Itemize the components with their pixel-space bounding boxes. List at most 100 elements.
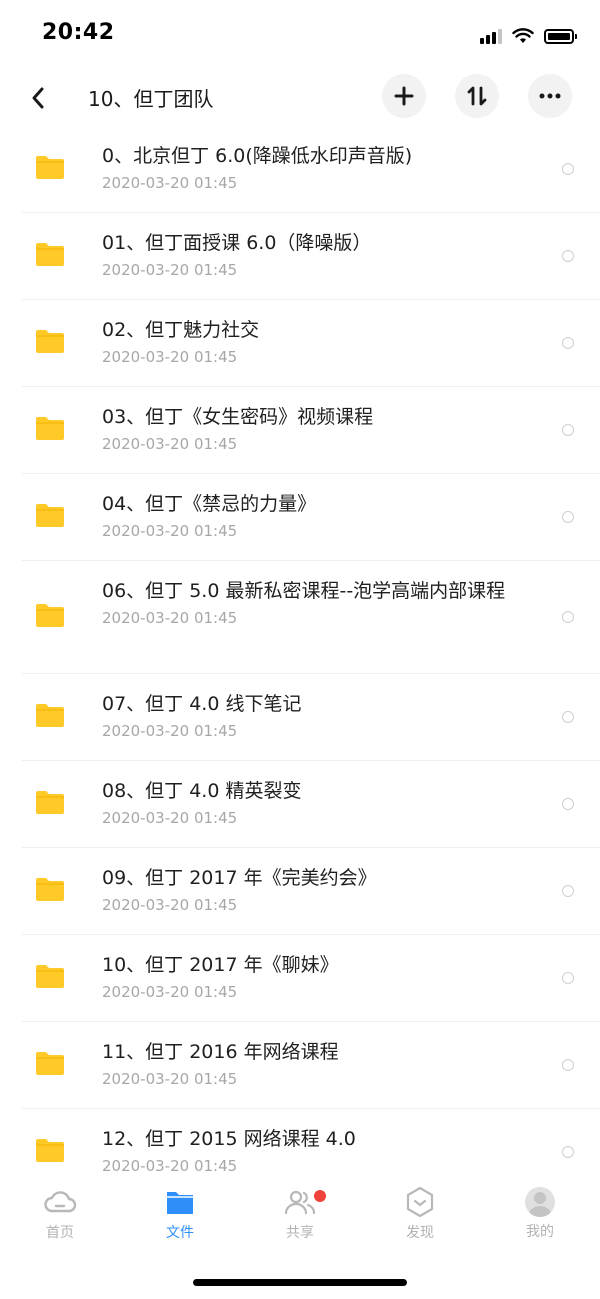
file-text: 08、但丁 4.0 精英裂变 2020-03-20 01:45 (102, 779, 530, 828)
file-name: 04、但丁《禁忌的力量》 (102, 493, 317, 515)
file-text: 04、但丁《禁忌的力量》 2020-03-20 01:45 (102, 492, 530, 541)
file-row[interactable]: 04、但丁《禁忌的力量》 2020-03-20 01:45 (22, 474, 600, 561)
sort-button[interactable] (455, 74, 499, 118)
file-row[interactable]: 02、但丁魅力社交 2020-03-20 01:45 (22, 300, 600, 387)
folder-icon (36, 504, 64, 527)
status-icons (480, 25, 577, 47)
folder-icon (36, 243, 64, 266)
file-text: 06、但丁 5.0 最新私密课程--泡学高端内部课程 2020-03-20 01:… (102, 579, 530, 628)
file-text: 0、北京但丁 6.0(降躁低水印声音版) 2020-03-20 01:45 (102, 144, 530, 193)
file-name: 01、但丁面授课 6.0（降噪版） (102, 232, 372, 254)
folder-icon (36, 1052, 64, 1075)
file-name: 07、但丁 4.0 线下笔记 (102, 693, 302, 715)
plus-icon (394, 86, 414, 106)
tab-files[interactable]: 文件 (130, 1186, 230, 1242)
file-row[interactable]: 11、但丁 2016 年网络课程 2020-03-20 01:45 (22, 1022, 600, 1109)
home-indicator (193, 1279, 407, 1286)
file-name: 10、但丁 2017 年《聊妹》 (102, 954, 339, 976)
file-text: 10、但丁 2017 年《聊妹》 2020-03-20 01:45 (102, 953, 530, 1002)
folder-icon (167, 1192, 193, 1214)
file-name: 12、但丁 2015 网络课程 4.0 (102, 1128, 356, 1150)
tab-discover[interactable]: 发现 (370, 1186, 470, 1242)
folder-icon (36, 791, 64, 814)
file-text: 02、但丁魅力社交 2020-03-20 01:45 (102, 318, 530, 367)
file-name: 09、但丁 2017 年《完美约会》 (102, 867, 377, 889)
cellular-signal-icon (480, 28, 502, 44)
tab-home-label: 首页 (46, 1225, 74, 1241)
nav-header: 10、但丁团队 (0, 70, 600, 126)
select-radio[interactable] (562, 798, 574, 810)
file-date: 2020-03-20 01:45 (102, 809, 238, 827)
tab-share[interactable]: 共享 (250, 1186, 350, 1242)
select-radio[interactable] (562, 972, 574, 984)
file-date: 2020-03-20 01:45 (102, 722, 238, 740)
file-row[interactable]: 03、但丁《女生密码》视频课程 2020-03-20 01:45 (22, 387, 600, 474)
file-date: 2020-03-20 01:45 (102, 896, 238, 914)
sort-icon (467, 86, 487, 106)
cloud-icon (44, 1191, 77, 1213)
file-date: 2020-03-20 01:45 (102, 174, 238, 192)
file-name: 03、但丁《女生密码》视频课程 (102, 406, 374, 428)
file-date: 2020-03-20 01:45 (102, 983, 238, 1001)
select-radio[interactable] (562, 611, 574, 623)
file-row[interactable]: 0、北京但丁 6.0(降躁低水印声音版) 2020-03-20 01:45 (22, 126, 600, 213)
file-row[interactable]: 09、但丁 2017 年《完美约会》 2020-03-20 01:45 (22, 848, 600, 935)
file-row[interactable]: 08、但丁 4.0 精英裂变 2020-03-20 01:45 (22, 761, 600, 848)
share-badge (314, 1190, 326, 1202)
file-row[interactable]: 12、但丁 2015 网络课程 4.0 2020-03-20 01:45 (22, 1109, 600, 1178)
file-date: 2020-03-20 01:45 (102, 261, 238, 279)
people-icon (284, 1190, 316, 1215)
select-radio[interactable] (562, 711, 574, 723)
select-radio[interactable] (562, 1146, 574, 1158)
add-button[interactable] (382, 74, 426, 118)
folder-icon (36, 156, 64, 179)
file-list: 0、北京但丁 6.0(降躁低水印声音版) 2020-03-20 01:45 01、但… (0, 126, 600, 1178)
folder-icon (36, 704, 64, 727)
folder-icon (36, 604, 64, 627)
file-date: 2020-03-20 01:45 (102, 1070, 238, 1088)
folder-icon (36, 965, 64, 988)
wifi-icon (512, 28, 534, 43)
file-text: 01、但丁面授课 6.0（降噪版） 2020-03-20 01:45 (102, 231, 530, 280)
file-text: 12、但丁 2015 网络课程 4.0 2020-03-20 01:45 (102, 1127, 530, 1176)
folder-icon (36, 417, 64, 440)
status-time: 20:42 (42, 20, 115, 45)
file-row[interactable]: 07、但丁 4.0 线下笔记 2020-03-20 01:45 (22, 674, 600, 761)
tab-me[interactable]: 我的 (490, 1186, 590, 1241)
file-row[interactable]: 06、但丁 5.0 最新私密课程--泡学高端内部课程 2020-03-20 01:… (22, 561, 600, 674)
select-radio[interactable] (562, 511, 574, 523)
file-text: 09、但丁 2017 年《完美约会》 2020-03-20 01:45 (102, 866, 530, 915)
select-radio[interactable] (562, 163, 574, 175)
file-name: 06、但丁 5.0 最新私密课程--泡学高端内部课程 (102, 580, 506, 602)
file-name: 08、但丁 4.0 精英裂变 (102, 780, 302, 802)
tab-me-label: 我的 (526, 1224, 554, 1240)
tab-files-label: 文件 (166, 1225, 194, 1241)
file-name: 11、但丁 2016 年网络课程 (102, 1041, 339, 1063)
file-row[interactable]: 10、但丁 2017 年《聊妹》 2020-03-20 01:45 (22, 935, 600, 1022)
status-bar: 20:42 (0, 0, 600, 70)
page-title: 10、但丁团队 (88, 87, 214, 111)
discover-icon (406, 1186, 434, 1218)
file-name: 0、北京但丁 6.0(降躁低水印声音版) (102, 145, 413, 167)
folder-icon (36, 1139, 64, 1162)
more-button[interactable] (528, 74, 572, 118)
avatar-icon (525, 1187, 555, 1217)
tab-home[interactable]: 首页 (10, 1186, 110, 1242)
select-radio[interactable] (562, 1059, 574, 1071)
file-date: 2020-03-20 01:45 (102, 609, 238, 627)
battery-icon (544, 28, 577, 44)
select-radio[interactable] (562, 424, 574, 436)
folder-icon (36, 330, 64, 353)
tab-discover-label: 发现 (406, 1225, 434, 1241)
back-button[interactable] (20, 78, 56, 118)
file-date: 2020-03-20 01:45 (102, 435, 238, 453)
select-radio[interactable] (562, 337, 574, 349)
file-text: 03、但丁《女生密码》视频课程 2020-03-20 01:45 (102, 405, 530, 454)
tab-share-label: 共享 (286, 1225, 314, 1241)
chevron-left-icon (32, 87, 44, 109)
select-radio[interactable] (562, 885, 574, 897)
file-row[interactable]: 01、但丁面授课 6.0（降噪版） 2020-03-20 01:45 (22, 213, 600, 300)
file-text: 07、但丁 4.0 线下笔记 2020-03-20 01:45 (102, 692, 530, 741)
select-radio[interactable] (562, 250, 574, 262)
file-text: 11、但丁 2016 年网络课程 2020-03-20 01:45 (102, 1040, 530, 1089)
